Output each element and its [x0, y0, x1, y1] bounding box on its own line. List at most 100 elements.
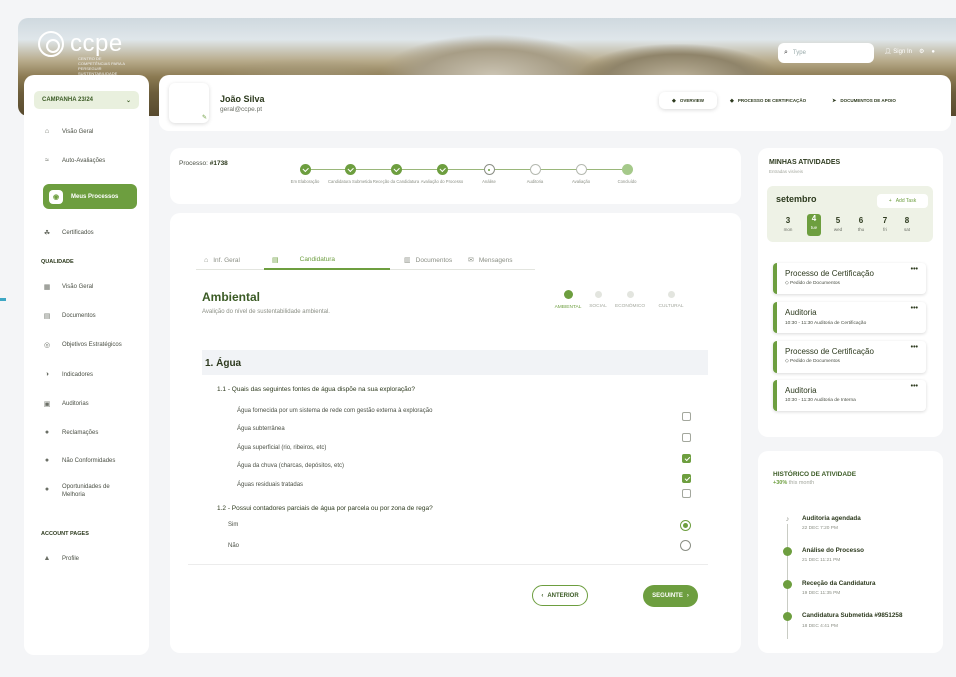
sidebar-item-nao-conformidades[interactable]: ● Não Conformidades [42, 457, 116, 464]
sidebar-item-visao-geral[interactable]: ⌂ Visão Geral [42, 128, 93, 135]
checkbox-agua-superficial[interactable] [682, 454, 691, 463]
task-card[interactable]: Auditoria 10:30 - 11:30 Auditoria de Int… [773, 380, 926, 411]
calendar-day[interactable]: 7 fri [878, 216, 892, 233]
step-concluido[interactable]: Concluído [602, 164, 652, 184]
day-number: 4 [811, 214, 817, 223]
sidebar-item-reclamacoes[interactable]: ● Reclamações [42, 429, 98, 436]
edit-icon[interactable]: ✎ [202, 114, 207, 121]
task-card[interactable]: Processo de Certificação ◇ Pedido de Doc… [773, 263, 926, 294]
sidebar-item-auto-avaliacoes[interactable]: ≈ Auto-Avaliações [42, 157, 105, 164]
profile-header: ✎ João Silva geral@ccpe.pt ◆ OVERVIEW ◆ … [159, 75, 951, 131]
history-event-title: Auditoria agendada [802, 515, 861, 522]
checkbox-agua-subterranea[interactable] [682, 433, 691, 442]
day-weekday: mon [783, 227, 793, 232]
tab-candidatura[interactable]: ▤ Candidatura [264, 251, 390, 270]
category-dot-icon [626, 291, 634, 298]
sidebar-item-qualidade-visao-geral[interactable]: ▦ Visão Geral [42, 283, 94, 291]
day-number: 5 [835, 216, 841, 225]
mail-icon: ✉ [468, 257, 474, 264]
history-event-title: Análise do Processo [802, 547, 864, 554]
task-subtitle: 10:30 - 11:30 Auditoria de Certificação [785, 321, 867, 326]
history-growth-suffix: this month [788, 480, 815, 486]
sidebar-item-certificados[interactable]: ☘ Certificados [42, 229, 94, 237]
chevron-right-icon: › [686, 593, 689, 599]
bell-icon[interactable]: ● [931, 49, 935, 55]
sidebar-item-label: Oportunidades de Melhoria [62, 484, 110, 498]
gear-icon[interactable]: ⚙ [919, 48, 924, 55]
sidebar-item-indicadores[interactable]: ◑ Indicadores [42, 371, 93, 378]
sidebar-item-label: Auditorias [62, 401, 89, 407]
calendar-day[interactable]: 6 thu [854, 216, 868, 233]
step-done-icon [299, 164, 311, 175]
category-economico[interactable]: ECONÓMICO [610, 291, 650, 309]
add-task-button[interactable]: + Add Task [877, 194, 928, 208]
activities-title: MINHAS ATIVIDADES [769, 159, 841, 166]
tab-mensagens[interactable]: ✉ Mensagens [460, 251, 530, 269]
tab-documentos-apoio[interactable]: ➤ DOCUMENTOS DE APOIO [819, 92, 909, 109]
more-icon[interactable]: ••• [911, 344, 918, 351]
step-em-elaboracao[interactable]: Em Elaboração [280, 164, 330, 184]
check-icon [783, 580, 792, 589]
category-cultural[interactable]: CULTURAL [651, 291, 691, 309]
calendar-day[interactable]: 5 wed [831, 216, 845, 233]
radio-sim[interactable] [680, 520, 691, 531]
tab-inf-geral[interactable]: ⌂ Inf. Geral [196, 251, 264, 269]
section-subtitle: Avalição do nível de sustentabilidade am… [202, 309, 330, 315]
more-icon[interactable]: ••• [911, 266, 918, 273]
step-label: Candidatura Submetida [328, 179, 372, 184]
history-event-title: Receção da Candidatura [802, 580, 876, 587]
tab-label: Candidatura [299, 256, 336, 263]
checkbox-agua-rede[interactable] [682, 412, 691, 421]
tab-processo-certificacao[interactable]: ◆ PROCESSO DE CERTIFICAÇÃO [717, 92, 819, 109]
history-event-date: 21 DEC 11:21 PM [802, 558, 841, 563]
grid-icon: ▦ [43, 284, 51, 291]
sidebar-item-auditorias[interactable]: ▣ Auditorias [42, 400, 89, 408]
checkbox-agua-chuva[interactable] [682, 474, 691, 483]
calendar-day[interactable]: 3 mon [781, 216, 795, 233]
add-task-label: Add Task [895, 198, 917, 204]
section-title: Ambiental [202, 290, 261, 304]
step-candidatura-submetida[interactable]: Candidatura Submetida [325, 164, 375, 184]
tab-label: Mensagens [478, 256, 513, 264]
task-card[interactable]: Processo de Certificação ◇ Pedido de Doc… [773, 341, 926, 373]
option-label: Não [228, 543, 240, 549]
option-label: Sim [228, 522, 239, 528]
logo-subtitle: CENTRO DE COMPETÊNCIAS PARA A PERSEGUIR … [78, 56, 125, 76]
logo[interactable]: ccpe [38, 30, 123, 58]
sidebar-item-label: Indicadores [62, 371, 94, 378]
tab-label: Inf. Geral [213, 256, 240, 264]
indicator-icon: ◑ [44, 371, 50, 378]
more-icon[interactable]: ••• [911, 383, 918, 390]
step-analise[interactable]: Análise [464, 164, 514, 184]
radio-nao[interactable] [680, 540, 691, 551]
calendar-day-selected[interactable]: 4 tue [807, 214, 821, 236]
avatar[interactable]: ✎ [169, 83, 209, 123]
campaign-select[interactable]: CAMPANHA 23/24 ⌄ [34, 91, 139, 109]
previous-button[interactable]: ‹ ANTERIOR [532, 585, 588, 606]
sidebar-item-documentos[interactable]: ▤ Documentos [42, 312, 96, 320]
timeline-line [787, 519, 788, 639]
task-card[interactable]: Auditoria 10:30 - 11:30 Auditoria de Cer… [773, 302, 926, 333]
tab-label: PROCESSO DE CERTIFICAÇÃO [737, 98, 807, 103]
step-avaliacao[interactable]: Avaliação [556, 164, 606, 184]
task-title: Processo de Certificação [785, 347, 874, 356]
day-weekday: thu [857, 227, 865, 232]
document-icon: ▤ [272, 256, 279, 264]
more-icon[interactable]: ••• [911, 305, 918, 312]
next-button[interactable]: SEGUINTE › [643, 585, 698, 607]
step-avaliacao-processo[interactable]: Avaliação do Processo [417, 164, 467, 184]
signin-link[interactable]: 👤︎ Sign In [884, 48, 912, 55]
sidebar-item-meus-processos[interactable]: ◉ Meus Processos [43, 184, 137, 209]
profile-name: João Silva [220, 94, 265, 104]
campaign-label: CAMPANHA 23/24 [42, 97, 94, 103]
tab-documentos[interactable]: ▥ Documentos [390, 251, 460, 269]
step-rececao-candidatura[interactable]: Receção da Candidatura [371, 164, 421, 184]
search-input[interactable]: ⌕ Type [778, 43, 874, 63]
step-auditoria[interactable]: Auditoria [510, 164, 560, 184]
sidebar-item-objetivos[interactable]: ◎ Objetivos Estratégicos [42, 341, 122, 349]
tab-overview[interactable]: ◆ OVERVIEW [659, 92, 718, 109]
sidebar-item-profile[interactable]: ▲ Profile [42, 555, 79, 562]
checkbox-aguas-residuais[interactable] [682, 489, 691, 498]
calendar-day[interactable]: 8 sat [900, 216, 914, 233]
sidebar-item-oportunidades[interactable]: ● Oportunidades de Melhoria [42, 483, 122, 499]
